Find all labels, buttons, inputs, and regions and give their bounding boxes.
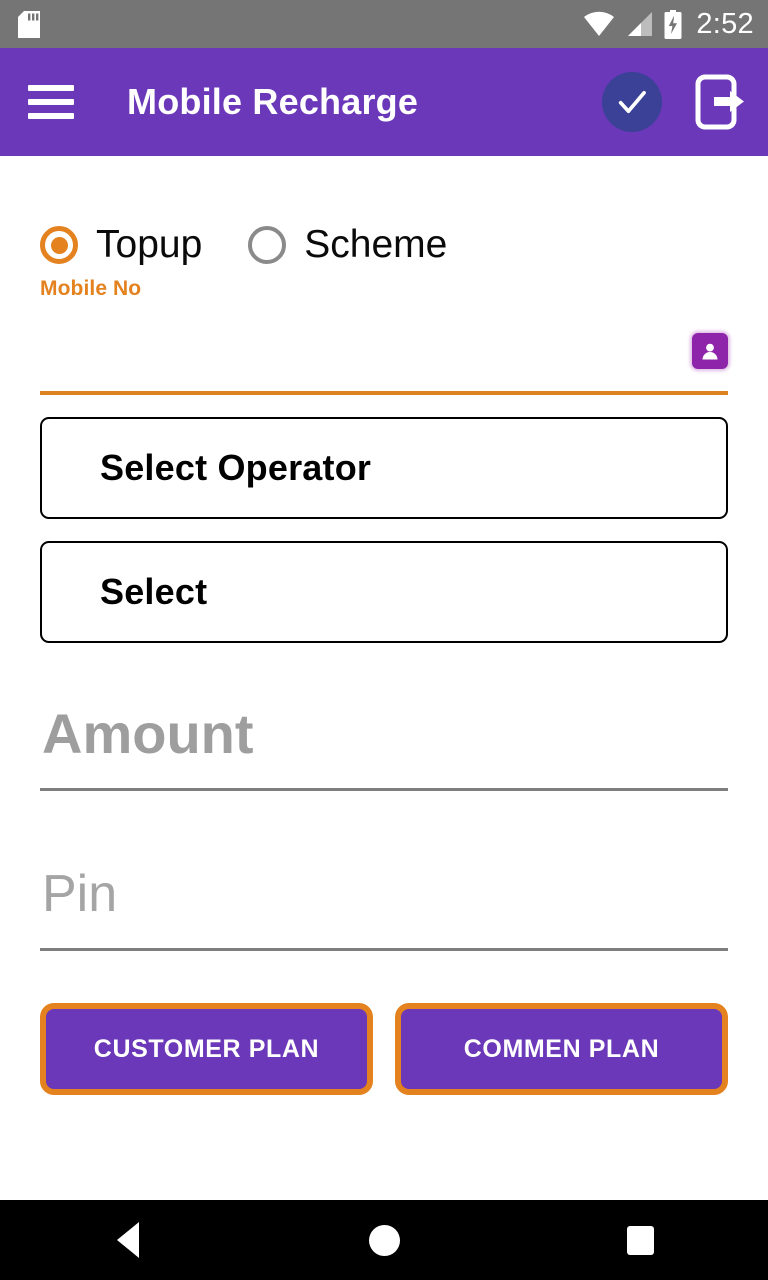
commen-plan-button[interactable]: COMMEN PLAN bbox=[395, 1003, 728, 1095]
radio-option-topup[interactable]: Topup bbox=[40, 223, 202, 267]
mobile-no-input[interactable] bbox=[40, 319, 728, 391]
radio-label-topup: Topup bbox=[96, 223, 203, 266]
status-bar-right: 2:52 bbox=[584, 8, 754, 41]
amount-input[interactable] bbox=[40, 701, 728, 776]
pin-field-group bbox=[40, 849, 728, 951]
radio-dot bbox=[50, 236, 68, 254]
app-bar: Mobile Recharge bbox=[0, 48, 768, 156]
circle-dropdown[interactable]: Select bbox=[40, 541, 728, 643]
check-glyph bbox=[618, 90, 646, 114]
amount-field-group bbox=[40, 689, 728, 791]
sd-card-icon bbox=[18, 10, 40, 38]
home-button[interactable] bbox=[329, 1200, 439, 1280]
hamburger-bar-3 bbox=[28, 113, 74, 119]
signal-icon bbox=[626, 11, 653, 37]
page-title: Mobile Recharge bbox=[127, 81, 419, 122]
logout-icon[interactable] bbox=[694, 74, 744, 130]
status-time: 2:52 bbox=[696, 7, 754, 40]
phone-screen: 2:52 Mobile Recharge Topup Scheme Mobile… bbox=[0, 0, 768, 1280]
recharge-type-radio-group: Topup Scheme bbox=[40, 156, 728, 267]
app-bar-actions bbox=[602, 72, 744, 132]
radio-option-scheme[interactable]: Scheme bbox=[248, 223, 447, 267]
circle-dropdown-value: Select bbox=[100, 571, 208, 612]
android-navigation-bar bbox=[0, 1200, 768, 1280]
home-circle-icon bbox=[368, 1224, 400, 1256]
radio-selected-icon bbox=[40, 226, 78, 264]
recents-button[interactable] bbox=[585, 1200, 695, 1280]
customer-plan-button[interactable]: CUSTOMER PLAN bbox=[40, 1003, 373, 1095]
wifi-icon bbox=[584, 11, 615, 37]
hamburger-menu-icon[interactable] bbox=[28, 85, 74, 119]
form-content: Topup Scheme Mobile No Select Operator S… bbox=[0, 156, 768, 1200]
operator-dropdown-value: Select Operator bbox=[100, 447, 372, 488]
battery-charging-icon bbox=[664, 9, 682, 39]
status-bar-left bbox=[18, 10, 40, 38]
status-bar: 2:52 bbox=[0, 0, 768, 48]
radio-label-scheme: Scheme bbox=[304, 223, 448, 266]
mobile-no-label: Mobile No bbox=[40, 277, 142, 300]
hamburger-bar-1 bbox=[28, 85, 74, 91]
pin-input[interactable] bbox=[40, 863, 728, 934]
radio-unselected-icon bbox=[248, 226, 287, 264]
contact-person-icon[interactable] bbox=[692, 333, 728, 369]
hamburger-bar-2 bbox=[28, 99, 74, 105]
check-circle-icon[interactable] bbox=[602, 72, 662, 132]
recents-square-icon bbox=[626, 1225, 654, 1255]
back-button[interactable] bbox=[73, 1200, 183, 1280]
plan-buttons-row: CUSTOMER PLAN COMMEN PLAN bbox=[40, 1003, 728, 1105]
back-triangle-icon bbox=[117, 1222, 139, 1258]
mobile-no-field-group bbox=[40, 319, 728, 395]
operator-dropdown[interactable]: Select Operator bbox=[40, 417, 728, 519]
